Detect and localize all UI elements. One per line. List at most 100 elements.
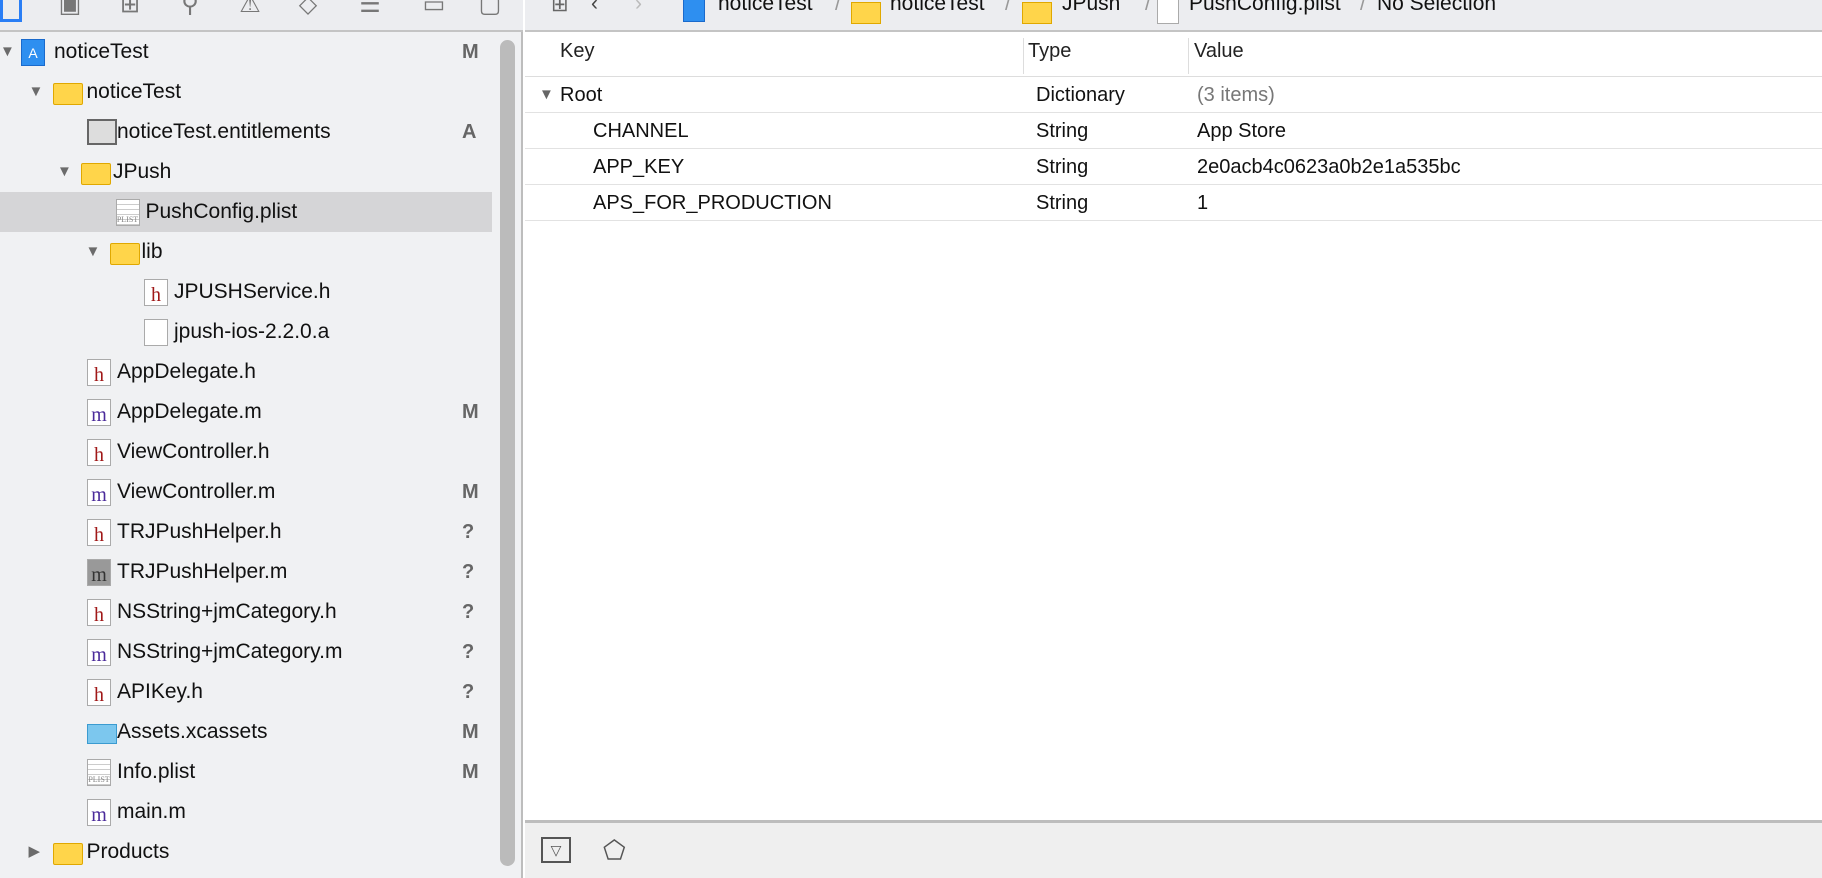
tree-item-label: NSString+jmCategory.m (117, 640, 343, 663)
tree-item-label: APIKey.h (117, 680, 203, 703)
tree-item[interactable]: m main.m (0, 792, 492, 832)
tree-item[interactable]: h APIKey.h? (0, 672, 492, 712)
sidebar-scrollbar[interactable] (500, 40, 515, 866)
disclosure-triangle-icon[interactable]: ▼ (539, 77, 554, 113)
scm-status: M (462, 481, 479, 503)
tag-icon[interactable]: ⬠ (603, 835, 626, 866)
plist-editor: ⊞ ‹ › noticeTest / noticeTest / JPush / … (525, 0, 1822, 878)
column-header-type[interactable]: Type (1028, 40, 1071, 63)
m-file-icon: m (87, 479, 111, 506)
column-divider[interactable] (1023, 38, 1024, 74)
plist-row[interactable]: APS_FOR_PRODUCTION String 1 (525, 185, 1822, 221)
tree-item[interactable]: jpush-ios-2.2.0.a (0, 312, 492, 352)
scm-status: M (462, 721, 479, 743)
project-navigator-icon[interactable] (0, 0, 22, 22)
tree-item[interactable]: PLIST PushConfig.plist (0, 192, 492, 232)
tree-item-label: noticeTest (86, 80, 182, 103)
symbol-navigator-icon[interactable]: ▣ (56, 0, 84, 20)
tree-item[interactable]: m AppDelegate.m M (0, 392, 492, 432)
tree-item-label: Assets.xcassets (117, 720, 268, 743)
plist-key: APS_FOR_PRODUCTION (593, 192, 832, 214)
plist-type[interactable]: String (1036, 185, 1088, 221)
xcassets-file-icon (87, 724, 117, 744)
jump-path-0[interactable]: noticeTest (718, 0, 813, 16)
tree-item[interactable]: h AppDelegate.h (0, 352, 492, 392)
filter-icon[interactable]: ▽ (541, 837, 571, 863)
forward-button[interactable]: › (635, 0, 642, 16)
plist-value[interactable]: (3 items) (1197, 77, 1275, 113)
tree-item[interactable]: ▼ JPush (0, 152, 492, 192)
tree-item[interactable]: ▶ Products (0, 832, 492, 872)
disclosure-triangle-icon[interactable]: ▶ (29, 832, 41, 872)
tree-item-label: TRJPushHelper.m (117, 560, 288, 583)
blank-file-icon (144, 319, 168, 346)
tree-item[interactable]: h JPUSHService.h (0, 272, 492, 312)
jump-path-2[interactable]: JPush (1062, 0, 1120, 16)
plist-value[interactable]: 2e0acb4c0623a0b2e1a535bc (1197, 149, 1461, 185)
plist-icon (1157, 0, 1179, 24)
tree-item[interactable]: Assets.xcassets M (0, 712, 492, 752)
debug-icon[interactable]: ☰ (356, 0, 384, 20)
tree-item-label: PushConfig.plist (145, 200, 298, 223)
plist-file-icon: PLIST (87, 759, 111, 786)
disclosure-triangle-icon[interactable]: ▼ (0, 32, 15, 72)
navigator-toolbar: ▣ ⊞ ⚲ ⚠ ◇ ☰ ▭ ▢ (0, 0, 523, 32)
column-header-key[interactable]: Key (560, 40, 594, 63)
separator: / (1005, 0, 1011, 15)
tree-item[interactable]: h NSString+jmCategory.h? (0, 592, 492, 632)
tree-item-label: noticeTest (54, 40, 149, 63)
tree-item[interactable]: PLIST Info.plist M (0, 752, 492, 792)
scm-status: M (462, 41, 479, 63)
test-icon[interactable]: ◇ (294, 0, 322, 20)
tree-item[interactable]: ▼ noticeTest (0, 72, 492, 112)
disclosure-triangle-icon[interactable]: ▼ (29, 72, 44, 112)
disclosure-triangle-icon[interactable]: ▼ (57, 152, 72, 192)
entitlements-file-icon (87, 119, 117, 145)
plist-row[interactable]: ▼ Root Dictionary (3 items) (525, 77, 1822, 113)
tree-item-label: Info.plist (117, 760, 196, 783)
m-file-icon: m (87, 399, 111, 426)
scm-status: A (462, 121, 477, 143)
h-file-icon: h (87, 439, 111, 466)
column-divider[interactable] (1188, 38, 1189, 74)
plist-value[interactable]: 1 (1197, 185, 1208, 221)
warning-icon[interactable]: ⚠ (236, 0, 264, 20)
project-file-icon: A (21, 39, 45, 66)
related-items-icon[interactable]: ⊞ (551, 0, 569, 17)
scm-status: ? (462, 681, 475, 703)
hierarchy-icon[interactable]: ⊞ (116, 0, 144, 20)
tree-item-label: ViewController.h (117, 440, 270, 463)
plist-row[interactable]: CHANNEL String App Store (525, 113, 1822, 149)
tree-item[interactable]: ▼ lib (0, 232, 492, 272)
m-file-icon: m (87, 799, 111, 826)
plist-row[interactable]: APP_KEY String 2e0acb4c0623a0b2e1a535bc (525, 149, 1822, 185)
plist-type[interactable]: String (1036, 149, 1088, 185)
back-button[interactable]: ‹ (591, 0, 598, 16)
tree-item[interactable]: h TRJPushHelper.h? (0, 512, 492, 552)
search-icon[interactable]: ⚲ (176, 0, 204, 20)
h-file-icon: h (87, 359, 111, 386)
tree-item[interactable]: ▼ AnoticeTest M (0, 32, 492, 72)
report-icon[interactable]: ▢ (476, 0, 504, 20)
tree-item-label: TRJPushHelper.h (117, 520, 282, 543)
disclosure-triangle-icon[interactable]: ▼ (86, 232, 101, 272)
tree-item-label: Products (86, 840, 170, 863)
breakpoint-icon[interactable]: ▭ (420, 0, 448, 20)
tree-item[interactable]: h ViewController.h (0, 432, 492, 472)
folder-icon (1022, 2, 1052, 24)
column-header-value[interactable]: Value (1194, 40, 1244, 63)
tree-item[interactable]: m ViewController.m M (0, 472, 492, 512)
plist-type[interactable]: Dictionary (1036, 77, 1125, 113)
tree-item[interactable]: m NSString+jmCategory.m? (0, 632, 492, 672)
plist-type[interactable]: String (1036, 113, 1088, 149)
m-file-icon: m (87, 639, 111, 666)
plist-value[interactable]: App Store (1197, 113, 1286, 149)
tree-item[interactable]: m TRJPushHelper.m? (0, 552, 492, 592)
jump-path-3[interactable]: PushConfig.plist (1189, 0, 1341, 16)
tree-item-label: JPush (113, 160, 172, 183)
folder-file-icon (81, 163, 111, 185)
bottom-bar: ▽ ⬠ (525, 820, 1822, 878)
scm-status: ? (462, 561, 475, 583)
tree-item[interactable]: noticeTest.entitlements A (0, 112, 492, 152)
jump-path-1[interactable]: noticeTest (890, 0, 985, 16)
